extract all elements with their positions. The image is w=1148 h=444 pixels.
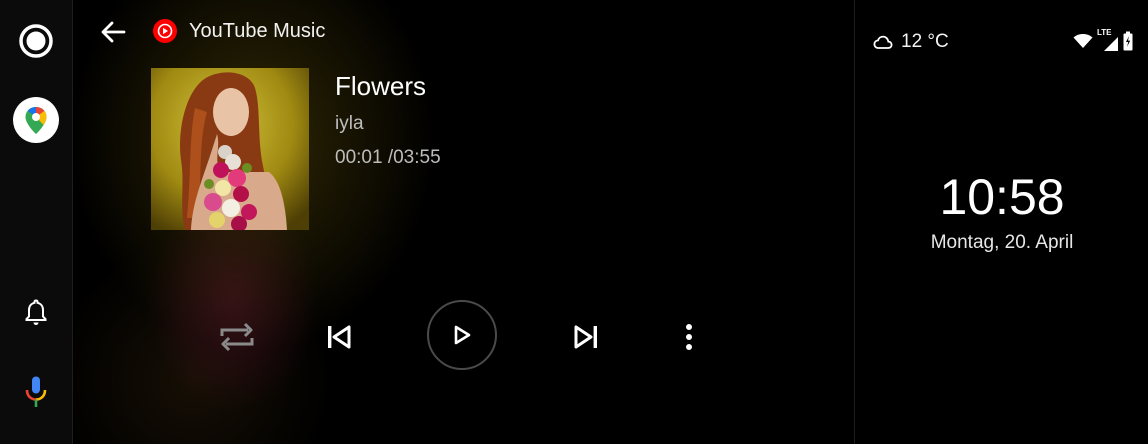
wifi-icon	[1073, 34, 1093, 48]
repeat-button[interactable]	[213, 315, 261, 359]
skip-next-button[interactable]	[564, 315, 608, 359]
status-icons: LTE	[1073, 28, 1133, 52]
bell-icon	[25, 299, 47, 325]
track-artist: iyla	[335, 113, 364, 134]
play-icon	[454, 325, 471, 345]
back-button[interactable]	[93, 12, 133, 52]
media-panel: YouTube Music Flowers iyla 00:01 /03:55	[73, 0, 854, 444]
clock-time: 10:58	[939, 169, 1065, 225]
battery-icon	[1123, 31, 1133, 51]
skip-previous-icon	[328, 325, 351, 349]
assistant-mic-button[interactable]	[12, 368, 60, 416]
play-button[interactable]	[427, 300, 497, 370]
skip-previous-button[interactable]	[317, 315, 361, 359]
arrow-back-icon	[101, 21, 126, 43]
repeat-icon	[220, 322, 254, 352]
cloud-icon	[873, 35, 893, 49]
track-time: 00:01 /03:55	[335, 147, 441, 168]
cell-signal-indicator: LTE	[1097, 28, 1119, 52]
track-title: Flowers	[335, 71, 427, 101]
notifications-button[interactable]	[12, 288, 60, 336]
left-rail	[0, 0, 73, 444]
weather-widget: 12 °C	[873, 30, 949, 54]
maps-button[interactable]	[12, 96, 60, 144]
more-options-button[interactable]	[669, 315, 709, 359]
google-maps-icon	[13, 97, 59, 143]
launcher-button[interactable]	[12, 17, 60, 65]
skip-next-icon	[574, 325, 597, 349]
weather-temperature: 12 °C	[901, 31, 949, 52]
status-panel: 12 °C LTE 10:58 Montag, 20. April	[854, 0, 1148, 444]
launcher-circle-icon	[19, 24, 53, 58]
cell-signal-icon	[1104, 37, 1118, 51]
youtube-music-icon	[153, 19, 177, 43]
microphone-icon	[25, 376, 47, 407]
clock-date: Montag, 20. April	[930, 232, 1074, 253]
album-art	[151, 68, 309, 230]
android-auto-screen: YouTube Music Flowers iyla 00:01 /03:55 …	[0, 0, 1148, 444]
more-vert-icon	[686, 324, 692, 350]
app-title: YouTube Music	[189, 20, 326, 42]
